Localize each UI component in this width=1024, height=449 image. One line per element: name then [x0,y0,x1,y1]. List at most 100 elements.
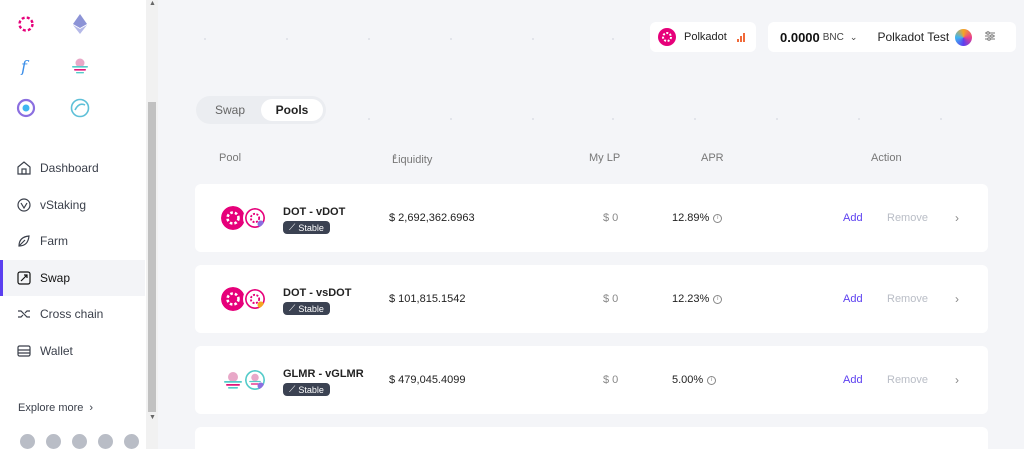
background-dot [694,118,696,120]
ethereum-chain-icon[interactable] [68,12,92,36]
background-dot [940,118,942,120]
moonbeam-chain-icon[interactable] [68,54,92,78]
column-header-liquidity-label: Liquidity [392,154,433,166]
stable-badge: ⟋ Stable [283,221,330,234]
pool-pair-name: DOT - vDOT [283,206,346,218]
background-dot [204,38,206,40]
explore-more-label: Explore more [18,402,84,414]
chevron-right-icon: › [89,402,94,414]
chevron-right-icon[interactable]: › [955,211,959,225]
chevron-down-icon: ⌄ [849,31,858,42]
account-name[interactable]: Polkadot Test [877,30,949,44]
medium-icon[interactable] [98,434,113,449]
filecoin-chain-icon[interactable]: f [14,54,38,78]
info-icon[interactable]: i [713,213,723,223]
pools-table-header: Pool Liquidity ⇕ My LP APR Action [196,150,988,166]
scrollbar-thumb[interactable] [148,102,156,412]
info-icon[interactable]: i [713,294,723,304]
add-liquidity-button[interactable]: Add [843,212,863,224]
table-row[interactable] [195,427,988,449]
settings-sliders-icon[interactable] [984,30,996,45]
sidebar-item-label: Swap [40,270,71,285]
chevron-right-icon[interactable]: › [955,373,959,387]
background-dot [612,118,614,120]
github-icon[interactable] [20,434,35,449]
apr-value: 12.89% [672,212,710,224]
pool-apr: 5.00% i [672,374,717,386]
info-icon[interactable]: i [707,375,717,385]
telegram-icon[interactable] [72,434,87,449]
stable-icon: ⟋ [289,222,296,232]
remove-liquidity-button[interactable]: Remove [887,374,928,386]
polkadot-chain-icon[interactable] [14,12,38,36]
network-selector[interactable]: Polkadot [650,22,756,52]
sidebar-item-farm[interactable]: Farm [0,223,145,259]
social-links [20,434,139,449]
vdot-token-icon [243,206,267,230]
tab-pools[interactable]: Pools [261,99,323,121]
balance-amount: 0.0000 [780,29,820,45]
sidebar-scrollbar[interactable]: ▲ ▼ [146,0,158,449]
network-name: Polkadot [684,31,727,43]
pair-icons [221,368,271,394]
pool-my-lp: $ 0 [603,293,619,305]
sidebar-item-vstaking[interactable]: vStaking [0,187,145,223]
table-row[interactable]: DOT - vDOT ⟋ Stable $ 2,692,362.6963 $ 0 … [195,184,988,252]
add-liquidity-button[interactable]: Add [843,374,863,386]
background-dot [286,38,288,40]
vglmr-token-icon [243,368,267,392]
column-header-my-lp: My LP [589,152,621,164]
signal-icon [736,32,745,42]
cross-chain-icon [16,306,32,322]
remove-liquidity-button[interactable]: Remove [887,293,928,305]
background-dot [368,38,370,40]
wallet-icon [16,343,32,359]
twitter-icon[interactable] [46,434,61,449]
account-box: 0.0000 BNC ⌄ Polkadot Test [768,22,1016,52]
scroll-up-icon[interactable]: ▲ [149,0,156,7]
pool-pair-name: GLMR - vGLMR [283,368,364,380]
scroll-down-icon[interactable]: ▼ [149,414,156,421]
badge-label: Stable [298,222,324,233]
dot-token-icon [221,287,245,311]
swap-icon [16,270,32,286]
stats-icon[interactable] [124,434,139,449]
background-dot [776,118,778,120]
apr-value: 5.00% [672,374,704,386]
remove-liquidity-button[interactable]: Remove [887,212,928,224]
table-row[interactable]: DOT - vsDOT ⟋ Stable $ 101,815.1542 $ 0 1… [195,265,988,333]
pair-icons [221,287,271,313]
sidebar-item-label: Wallet [40,343,73,358]
add-liquidity-button[interactable]: Add [843,293,863,305]
sidebar-item-dashboard[interactable]: Dashboard [0,150,145,186]
explore-more-link[interactable]: Explore more › [18,402,93,414]
stable-badge: ⟋ Stable [283,302,330,315]
pool-apr: 12.89% i [672,212,723,224]
astar-chain-icon[interactable] [14,96,38,120]
chain-selector-grid: f [14,12,124,138]
background-dot [450,38,452,40]
balance-unit: BNC [822,31,844,43]
avatar[interactable] [955,28,973,46]
table-row[interactable]: GLMR - vGLMR ⟋ Stable $ 479,045.4099 $ 0 … [195,346,988,414]
sidebar-item-swap[interactable]: Swap [0,259,145,296]
stable-icon: ⟋ [289,384,296,394]
stable-badge: ⟋ Stable [283,383,330,396]
sidebar-item-cross-chain[interactable]: Cross chain [0,296,145,332]
stable-icon: ⟋ [289,303,296,313]
pool-pair-name: DOT - vsDOT [283,287,352,299]
pool-my-lp: $ 0 [603,212,619,224]
farm-icon [16,233,32,249]
vsdot-token-icon [243,287,267,311]
apr-value: 12.23% [672,293,710,305]
balance-selector[interactable]: 0.0000 BNC ⌄ [780,30,857,45]
pool-apr: 12.23% i [672,293,723,305]
sort-icon: ⇕ [392,154,398,161]
chevron-right-icon[interactable]: › [955,292,959,306]
tab-swap[interactable]: Swap [199,99,261,121]
pool-my-lp: $ 0 [603,374,619,386]
sidebar-item-wallet[interactable]: Wallet [0,333,145,369]
kusama-chain-icon[interactable] [68,96,92,120]
sidebar: f Dashboard vStaking Farm Swap Cross cha… [0,0,158,449]
dashboard-icon [16,160,32,176]
